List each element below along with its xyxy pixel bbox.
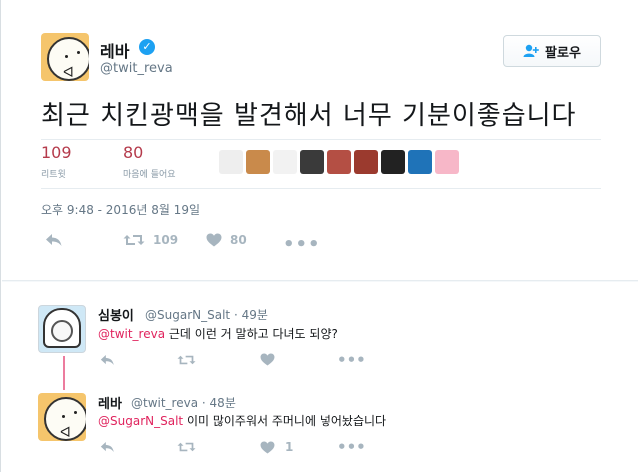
like-stat-count: 80 <box>123 143 144 162</box>
reply-2-time[interactable]: 48분 <box>210 396 236 410</box>
reply-button[interactable] <box>45 233 63 247</box>
more-icon: ••• <box>337 438 366 456</box>
more-icon: ••• <box>337 351 366 369</box>
retweet-icon <box>123 233 145 247</box>
liker-avatars <box>219 150 459 174</box>
liker-avatar[interactable] <box>219 150 243 174</box>
verified-icon: ✓ <box>139 39 155 55</box>
reply-2-more-button[interactable]: ••• <box>337 438 366 456</box>
reply-icon <box>100 441 115 453</box>
reply-1-retweet-button[interactable] <box>177 354 196 366</box>
reply-1-body: 근데 이런 거 말하고 다녀도 되양? <box>165 327 338 341</box>
retweet-count: 109 <box>153 233 179 247</box>
more-button[interactable]: ••• <box>283 234 321 255</box>
retweet-stat[interactable]: 109 리트윗 <box>41 143 72 180</box>
retweet-icon <box>177 441 196 453</box>
divider <box>41 139 601 140</box>
follow-label: 팔로우 <box>545 45 581 61</box>
reply-icon <box>100 354 115 366</box>
like-stat-label: 마음에 들어요 <box>123 170 176 180</box>
reply-1-avatar[interactable] <box>38 305 86 353</box>
reply-2-avatar[interactable]: ᐊ <box>38 393 86 441</box>
more-icon: ••• <box>283 234 321 255</box>
reply-1-like-button[interactable] <box>260 353 275 366</box>
liker-avatar[interactable] <box>354 150 378 174</box>
author-handle[interactable]: @twit_reva <box>100 61 173 76</box>
reply-1-reply-button[interactable] <box>100 354 115 366</box>
liker-avatar[interactable] <box>300 150 324 174</box>
reply-2-text: @SugarN_Salt 이미 많이주워서 주머니에 넣어놨습니다 <box>98 412 386 429</box>
reply-1-mention[interactable]: @twit_reva <box>98 327 165 341</box>
reply-1-name[interactable]: 심봉이 <box>98 305 134 324</box>
liker-avatar[interactable] <box>273 150 297 174</box>
liker-avatar[interactable] <box>246 150 270 174</box>
avatar-face: ᐊ <box>44 397 86 441</box>
liker-avatar[interactable] <box>435 150 459 174</box>
like-stat[interactable]: 80 마음에 들어요 <box>123 143 176 180</box>
divider <box>41 188 601 189</box>
heart-icon <box>260 353 275 366</box>
reply-1-more-button[interactable]: ••• <box>337 351 366 369</box>
reply-2-mention[interactable]: @SugarN_Salt <box>98 414 183 428</box>
like-button[interactable]: 80 <box>206 233 247 247</box>
avatar-face <box>51 320 73 342</box>
tweet-timestamp[interactable]: 오후 9:48 - 2016년 8월 19일 <box>41 201 200 218</box>
reply-2-reply-button[interactable] <box>100 441 115 453</box>
author-name[interactable]: 레바 <box>100 38 129 62</box>
tweet-text: 최근 치킨광맥을 발견해서 너무 기분이좋습니다 <box>41 101 577 131</box>
avatar-face: ᐊ <box>47 37 89 81</box>
reply-1-handle[interactable]: @SugarN_Salt <box>145 308 230 322</box>
reply-icon <box>45 233 63 247</box>
reply-2-like-count: 1 <box>285 440 294 454</box>
liker-avatar[interactable] <box>408 150 432 174</box>
liker-avatar[interactable] <box>381 150 405 174</box>
reply-1-text: @twit_reva 근데 이런 거 말하고 다녀도 되양? <box>98 325 338 342</box>
reply-2-retweet-button[interactable] <box>177 441 196 453</box>
liker-avatar[interactable] <box>327 150 351 174</box>
heart-icon <box>206 233 222 247</box>
reply-2-like-button[interactable]: 1 <box>260 440 293 454</box>
reply-1-time[interactable]: 49분 <box>242 308 268 322</box>
tweet-card: ᐊ 레바 ✓ @twit_reva 팔로우 최근 치킨광맥을 발견해서 너무 기… <box>0 0 638 472</box>
follow-button[interactable]: 팔로우 <box>503 35 601 67</box>
reply-2-body: 이미 많이주워서 주머니에 넣어놨습니다 <box>183 414 387 428</box>
reply-2-meta: @twit_reva · 48분 <box>131 396 236 410</box>
reply-1-meta: @SugarN_Salt · 49분 <box>145 308 268 322</box>
retweet-icon <box>177 354 196 366</box>
thread-connector <box>63 356 65 390</box>
retweet-stat-label: 리트윗 <box>41 170 66 180</box>
add-user-icon <box>523 44 539 58</box>
retweet-stat-count: 109 <box>41 143 72 162</box>
author-avatar[interactable]: ᐊ <box>41 33 89 81</box>
like-count: 80 <box>230 233 247 247</box>
heart-icon <box>260 440 275 454</box>
reply-2-handle[interactable]: @twit_reva <box>131 396 198 410</box>
reply-2-name[interactable]: 레바 <box>98 393 122 412</box>
retweet-button[interactable]: 109 <box>123 233 178 247</box>
